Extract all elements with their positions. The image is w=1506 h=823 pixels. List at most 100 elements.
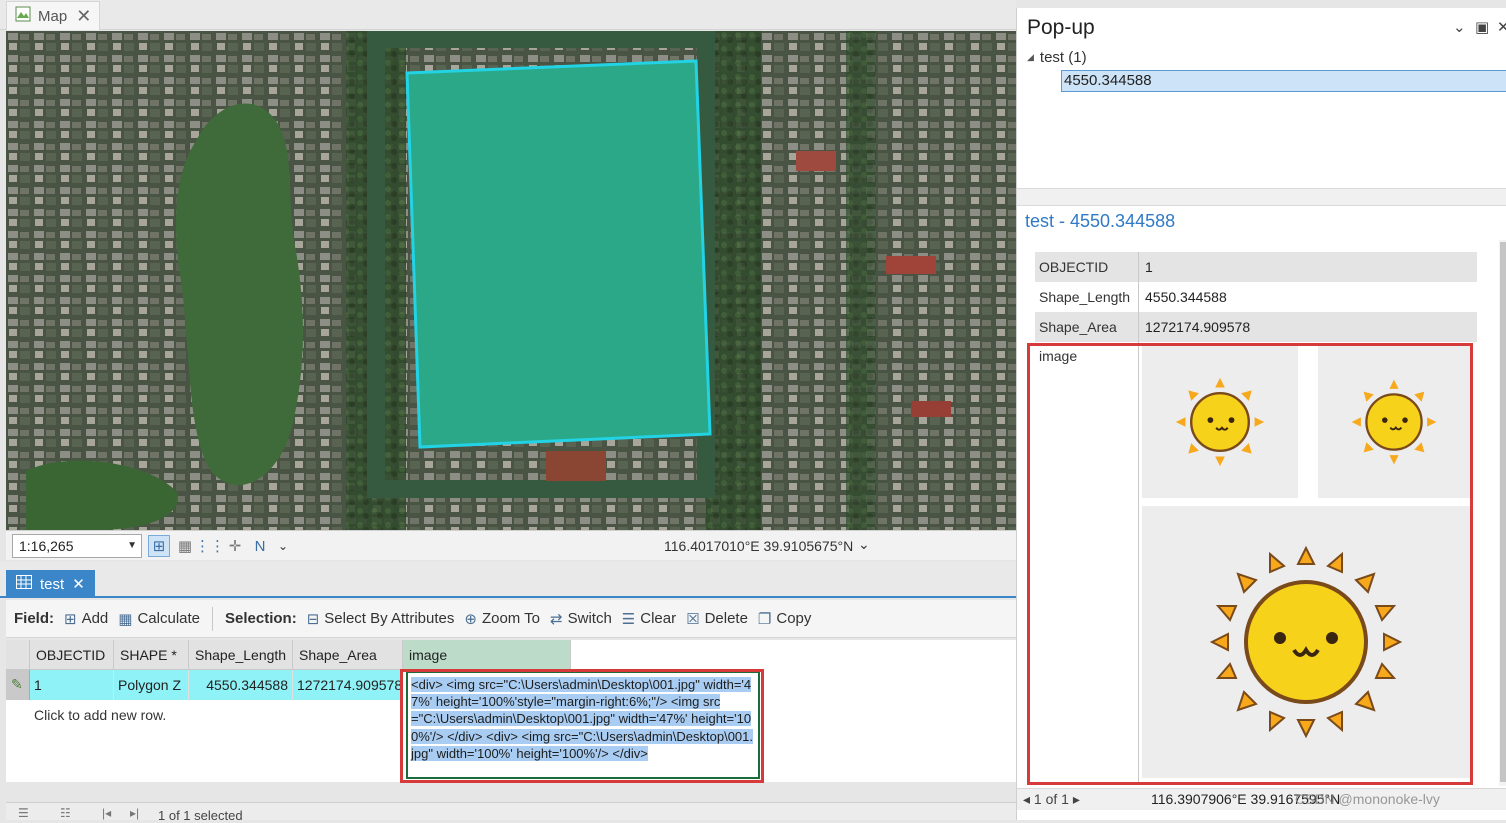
north-arrow-icon[interactable]: N — [249, 535, 271, 557]
column-header-shape[interactable]: SHAPE * — [114, 640, 189, 670]
delete-button[interactable]: ☒ Delete — [686, 610, 748, 628]
cell-shape-area[interactable]: 1272174.909578 — [293, 670, 403, 700]
cell-objectid[interactable]: 1 — [30, 670, 114, 700]
table-tabstrip: test ✕ — [0, 562, 1016, 598]
close-icon[interactable]: ✕ — [76, 6, 91, 27]
popup-title: Pop-up — [1027, 16, 1095, 39]
snapping-icon[interactable]: ⊞ — [148, 535, 170, 557]
field-label: Field: — [14, 610, 54, 627]
zoom-to-label: Zoom To — [481, 610, 541, 627]
table-tab-label: test — [40, 575, 65, 593]
popup-field-key: Shape_Length — [1035, 282, 1139, 312]
column-header-shape-area[interactable]: Shape_Area — [293, 640, 403, 670]
popup-pane: Pop-up ⌄ ▣ ✕ ◢ test (1) 4550.344588 test… — [1016, 8, 1506, 820]
table-icon — [16, 575, 32, 593]
sun-icon — [1209, 545, 1403, 739]
popup-scrollbar[interactable] — [1499, 240, 1506, 786]
sun-icon — [1175, 377, 1265, 467]
popup-field-row: Shape_Length 4550.344588 — [1035, 282, 1477, 312]
collapse-triangle-icon: ◢ — [1027, 52, 1034, 62]
map-canvas[interactable] — [6, 31, 1016, 530]
scale-select[interactable]: 1:16,265 ▼ — [12, 534, 142, 558]
edit-pencil-icon: ✎ — [11, 676, 23, 692]
popup-field-value: 4550.344588 — [1145, 289, 1227, 305]
chevron-down-icon[interactable]: ⌄ — [272, 535, 294, 557]
cell-image-editor[interactable]: <div> <img src="C:\Users\admin\Desktop\0… — [406, 671, 760, 779]
column-header-objectid[interactable]: OBJECTID * — [30, 640, 114, 693]
popup-feature-title: test - 4550.344588 — [1025, 211, 1176, 231]
grid-icon[interactable]: ▦ — [174, 535, 196, 557]
chevron-down-icon[interactable]: ⌄ — [1453, 18, 1466, 36]
select-by-attributes-label: Select By Attributes — [324, 610, 455, 627]
copy-button[interactable]: ❐ Copy — [758, 610, 811, 628]
list-view-icon[interactable]: ☰ — [18, 806, 29, 820]
clear-icon: ☰ — [621, 610, 636, 628]
copy-icon: ❐ — [757, 610, 772, 628]
add-field-icon: ⊞ — [64, 610, 77, 628]
popup-layer-node[interactable]: ◢ test (1) — [1027, 49, 1087, 66]
chevron-down-icon[interactable]: ⌄ — [858, 536, 870, 553]
popup-image-label: image — [1035, 342, 1139, 782]
sun-image — [1142, 346, 1298, 498]
row-selector[interactable]: ✎ — [6, 670, 30, 700]
zoom-to-icon: ⊕ — [464, 610, 477, 628]
map-statusbar: 1:16,265 ▼ ⊞ ▦ ⋮⋮ ✛ N ⌄ 116.4017010°E 39… — [6, 530, 1016, 560]
popup-field-value: 1272174.909578 — [1145, 319, 1251, 335]
popup-nav[interactable]: ◂ 1 of 1 ▸ — [1023, 791, 1080, 808]
sun-icon — [1351, 379, 1437, 465]
add-field-button[interactable]: ⊞ Add — [64, 610, 108, 628]
map-tab-label: Map — [38, 7, 68, 25]
cell-shape[interactable]: Polygon Z — [114, 670, 189, 700]
copy-label: Copy — [776, 610, 812, 627]
constraints-icon[interactable]: ⋮⋮ — [195, 535, 225, 557]
column-header-image[interactable]: image — [403, 640, 571, 670]
popup-splitter[interactable] — [1017, 188, 1506, 206]
popup-field-row: Shape_Area 1272174.909578 — [1035, 312, 1477, 342]
delete-icon: ☒ — [686, 610, 700, 628]
map-icon — [15, 6, 31, 26]
add-field-label: Add — [81, 610, 109, 627]
popup-field-row: OBJECTID 1 — [1035, 252, 1477, 282]
cell-shape-length[interactable]: 4550.344588 — [189, 670, 293, 700]
zoom-to-button[interactable]: ⊕ Zoom To — [464, 610, 540, 628]
toolbar-divider — [212, 606, 214, 631]
column-header-shape-length[interactable]: Shape_Length — [189, 640, 293, 670]
popup-footer: ◂ 1 of 1 ▸ 116.3907906°E 39.9167595°N CS… — [1017, 788, 1506, 810]
crosshair-icon[interactable]: ✛ — [224, 535, 246, 557]
delete-label: Delete — [704, 610, 748, 627]
calculate-label: Calculate — [137, 610, 201, 627]
selection-count: 1 of 1 selected — [158, 808, 243, 823]
table-tab[interactable]: test ✕ — [6, 570, 95, 598]
coordinate-readout: 116.4017010°E 39.9105675°N — [664, 538, 854, 554]
popup-feature-node[interactable]: 4550.344588 — [1061, 70, 1506, 92]
first-record-icon[interactable]: |◂ — [102, 806, 111, 820]
switch-button[interactable]: ⇄ Switch — [550, 610, 612, 628]
table-corner[interactable] — [6, 640, 30, 670]
close-icon[interactable]: ✕ — [72, 575, 85, 593]
map-tabstrip: Map ✕ — [0, 0, 1016, 30]
clear-label: Clear — [640, 610, 677, 627]
table-toolbar: Field: ⊞ Add ▦ Calculate Selection: ⊟ Selec… — [6, 600, 1016, 638]
popup-field-value: 1 — [1145, 259, 1153, 275]
maximize-icon[interactable]: ▣ — [1475, 18, 1489, 36]
select-by-attributes-button[interactable]: ⊟ Select By Attributes — [307, 610, 455, 628]
close-icon[interactable]: ✕ — [1497, 18, 1506, 36]
popup-layer-label: test (1) — [1039, 49, 1087, 66]
selected-view-icon[interactable]: ☷ — [60, 806, 71, 820]
popup-field-key: OBJECTID — [1035, 252, 1139, 282]
map-tab[interactable]: Map ✕ — [6, 1, 101, 30]
attribute-table: OBJECTID * SHAPE * Shape_Length Shape_Ar… — [6, 640, 1016, 782]
chevron-down-icon: ▼ — [127, 540, 137, 551]
sun-image — [1318, 346, 1470, 498]
switch-icon: ⇄ — [550, 610, 563, 628]
calculator-icon: ▦ — [118, 610, 133, 628]
scale-value: 1:16,265 — [19, 538, 74, 554]
add-new-row[interactable]: Click to add new row. — [34, 707, 166, 723]
last-record-icon[interactable]: ▸| — [130, 806, 139, 820]
clear-button[interactable]: ☰ Clear — [622, 610, 676, 628]
calculate-button[interactable]: ▦ Calculate — [118, 610, 200, 628]
scrollbar-thumb[interactable] — [1500, 242, 1506, 782]
image-html-text: <div> <img src="C:\Users\admin\Desktop\0… — [411, 677, 754, 761]
table-statusbar: ☰ ☷ |◂ ▸| 1 of 1 selected — [6, 802, 1016, 823]
watermark: CSDN @mononoke-lvy — [1295, 791, 1440, 807]
